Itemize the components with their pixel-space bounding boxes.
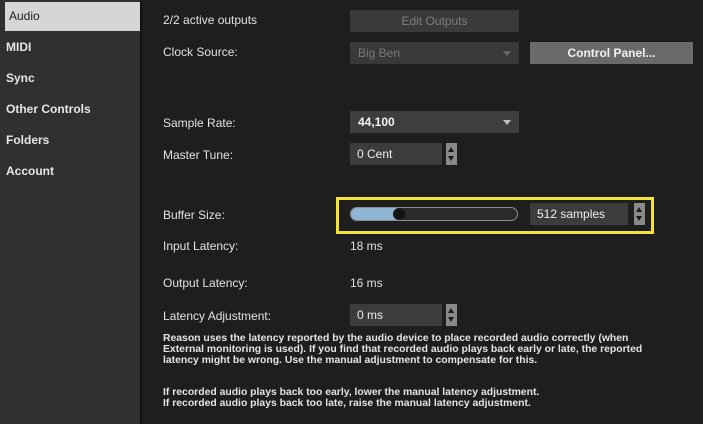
buffer-size-slider-handle[interactable] xyxy=(393,208,405,220)
clock-source-label: Clock Source: xyxy=(163,45,238,59)
output-latency-label: Output Latency: xyxy=(163,276,248,290)
sample-rate-dropdown[interactable]: 44,100 xyxy=(350,111,519,133)
step-down-icon xyxy=(448,156,454,161)
chevron-down-icon xyxy=(503,51,511,56)
sidebar-item-midi[interactable]: MIDI xyxy=(0,32,140,63)
sidebar-item-account[interactable]: Account xyxy=(0,156,140,187)
help-text-line: If recorded audio plays back too late, r… xyxy=(163,398,531,409)
step-down-icon xyxy=(448,317,454,322)
sidebar-item-audio[interactable]: Audio xyxy=(5,2,140,31)
help-text-line: Reason uses the latency reported by the … xyxy=(163,333,629,344)
help-text-line: latency might be wrong. Use the manual a… xyxy=(163,355,538,366)
latency-adjustment-stepper[interactable] xyxy=(446,304,457,326)
chevron-down-icon xyxy=(503,120,511,125)
active-outputs-status: 2/2 active outputs xyxy=(163,13,258,27)
clock-source-dropdown[interactable]: Big Ben xyxy=(350,42,519,64)
control-panel-button[interactable]: Control Panel... xyxy=(530,42,693,64)
edit-outputs-button[interactable]: Edit Outputs xyxy=(350,10,519,32)
sample-rate-label: Sample Rate: xyxy=(163,116,236,130)
input-latency-value: 18 ms xyxy=(350,239,383,253)
sample-rate-value: 44,100 xyxy=(358,115,395,129)
step-down-icon xyxy=(636,216,642,221)
step-up-icon xyxy=(448,147,454,152)
input-latency-label: Input Latency: xyxy=(163,239,239,253)
master-tune-field[interactable]: 0 Cent xyxy=(350,143,442,165)
help-text-line: External monitoring is used). If you fin… xyxy=(163,344,643,355)
buffer-size-slider[interactable] xyxy=(350,207,518,221)
preferences-sidebar: Audio MIDI Sync Other Controls Folders A… xyxy=(0,0,142,424)
sidebar-item-folders[interactable]: Folders xyxy=(0,125,140,156)
latency-adjustment-field[interactable]: 0 ms xyxy=(350,304,442,326)
latency-adjustment-label: Latency Adjustment: xyxy=(163,309,272,323)
master-tune-stepper[interactable] xyxy=(446,143,457,165)
buffer-size-stepper[interactable] xyxy=(634,203,645,225)
step-up-icon xyxy=(448,308,454,313)
master-tune-label: Master Tune: xyxy=(163,148,234,162)
sidebar-item-other-controls[interactable]: Other Controls xyxy=(0,94,140,125)
buffer-size-field[interactable]: 512 samples xyxy=(530,203,628,225)
sidebar-item-sync[interactable]: Sync xyxy=(0,63,140,94)
clock-source-value: Big Ben xyxy=(358,46,401,60)
step-up-icon xyxy=(636,207,642,212)
help-text-line: If recorded audio plays back too early, … xyxy=(163,387,540,398)
output-latency-value: 16 ms xyxy=(350,276,383,290)
buffer-size-label: Buffer Size: xyxy=(163,208,225,222)
